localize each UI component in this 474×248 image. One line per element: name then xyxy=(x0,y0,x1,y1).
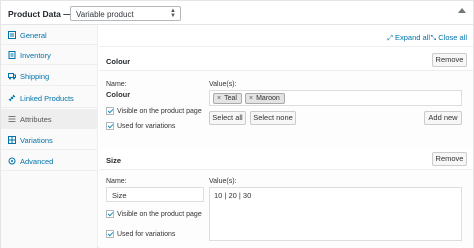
wrench-icon xyxy=(8,31,16,39)
remove-attribute-button[interactable]: Remove xyxy=(432,53,467,67)
tab-variations[interactable]: Variations xyxy=(1,130,98,150)
product-type-select[interactable]: Variable product ▲ ▼ xyxy=(70,6,181,21)
attribute-name-label: Name: xyxy=(106,178,127,185)
close-arrows-icon: ⤡ xyxy=(430,35,437,42)
tab-inventory-label: Inventory xyxy=(20,51,51,60)
product-type-value: Variable product xyxy=(76,10,134,19)
attribute-body-size: Name: Size Visible on the product page U… xyxy=(99,170,473,248)
tab-attributes[interactable]: Attributes xyxy=(1,109,98,129)
attribute-header-colour[interactable]: Colour Remove xyxy=(99,49,473,71)
clipboard-icon xyxy=(8,51,16,59)
truck-icon xyxy=(8,73,16,80)
tab-variations-label: Variations xyxy=(20,136,53,145)
product-data-panel: Product Data — Variable product ▲ ▼ Gener… xyxy=(0,0,474,248)
attribute-name-label: Name: xyxy=(106,81,127,88)
tab-linked-products[interactable]: Linked Products xyxy=(1,88,98,108)
value-token[interactable]: × Maroon xyxy=(245,93,285,104)
used-for-variations-label: Used for variations xyxy=(117,231,176,238)
select-none-button[interactable]: Select none xyxy=(250,111,296,125)
value-token[interactable]: × Teal xyxy=(213,93,242,104)
select-arrows-icon: ▲ ▼ xyxy=(170,8,176,19)
remove-attribute-button[interactable]: Remove xyxy=(432,152,467,166)
close-all-link[interactable]: ⤡ Close all xyxy=(431,33,467,43)
tab-inventory[interactable]: Inventory xyxy=(1,45,98,65)
values-label: Value(s): xyxy=(209,81,237,88)
remove-token-icon[interactable]: × xyxy=(249,95,253,102)
gear-icon xyxy=(8,157,16,165)
attribute-title: Colour xyxy=(106,57,131,66)
expand-all-label: Expand all xyxy=(394,33,430,42)
list-icon xyxy=(8,116,16,122)
attributes-toolbar: ⤢ Expand all ⤡ Close all xyxy=(99,25,473,47)
add-new-value-button[interactable]: Add new xyxy=(424,111,462,125)
checkbox-checked-icon xyxy=(106,107,114,115)
product-data-tabs: General Inventory Shipping Linked Produc… xyxy=(1,25,98,248)
visible-on-product-label: Visible on the product page xyxy=(117,108,202,115)
grid-icon xyxy=(8,136,16,144)
values-textarea[interactable]: 10 | 20 | 30 xyxy=(209,187,462,241)
value-token-label: Teal xyxy=(224,95,237,102)
close-all-label: Close all xyxy=(438,33,467,42)
value-token-label: Maroon xyxy=(256,95,280,102)
values-multiselect[interactable]: × Teal × Maroon xyxy=(209,90,462,106)
tab-shipping[interactable]: Shipping xyxy=(1,66,98,86)
attribute-name-input[interactable]: Size xyxy=(106,187,204,202)
remove-token-icon[interactable]: × xyxy=(217,95,221,102)
values-label: Value(s): xyxy=(209,178,237,185)
attribute-header-size[interactable]: Size Remove xyxy=(99,148,473,170)
used-for-variations-label: Used for variations xyxy=(117,123,176,130)
tab-shipping-label: Shipping xyxy=(20,72,50,81)
checkbox-checked-icon xyxy=(106,210,114,218)
select-all-button[interactable]: Select all xyxy=(209,111,246,125)
panel-header: Product Data — Variable product ▲ ▼ xyxy=(1,1,473,25)
tab-linked-products-label: Linked Products xyxy=(20,94,74,103)
attribute-title: Size xyxy=(106,156,122,165)
visible-on-product-label: Visible on the product page xyxy=(117,211,202,218)
tab-general-label: General xyxy=(20,31,47,40)
checkbox-checked-icon xyxy=(106,122,114,130)
collapse-caret-icon[interactable] xyxy=(458,8,466,13)
expand-all-link[interactable]: ⤢ Expand all xyxy=(387,33,430,43)
attribute-name-value: Colour xyxy=(106,90,131,99)
panel-title: Product Data — xyxy=(8,9,72,19)
tab-general[interactable]: General xyxy=(1,25,98,45)
tab-advanced-label: Advanced xyxy=(20,157,54,166)
expand-arrows-icon: ⤢ xyxy=(387,35,393,42)
checkbox-checked-icon xyxy=(106,230,114,238)
tab-advanced[interactable]: Advanced xyxy=(1,151,98,171)
attributes-panel: ⤢ Expand all ⤡ Close all Colour Remove Nam… xyxy=(99,25,473,248)
tab-attributes-label: Attributes xyxy=(20,115,52,124)
link-icon xyxy=(8,94,16,102)
